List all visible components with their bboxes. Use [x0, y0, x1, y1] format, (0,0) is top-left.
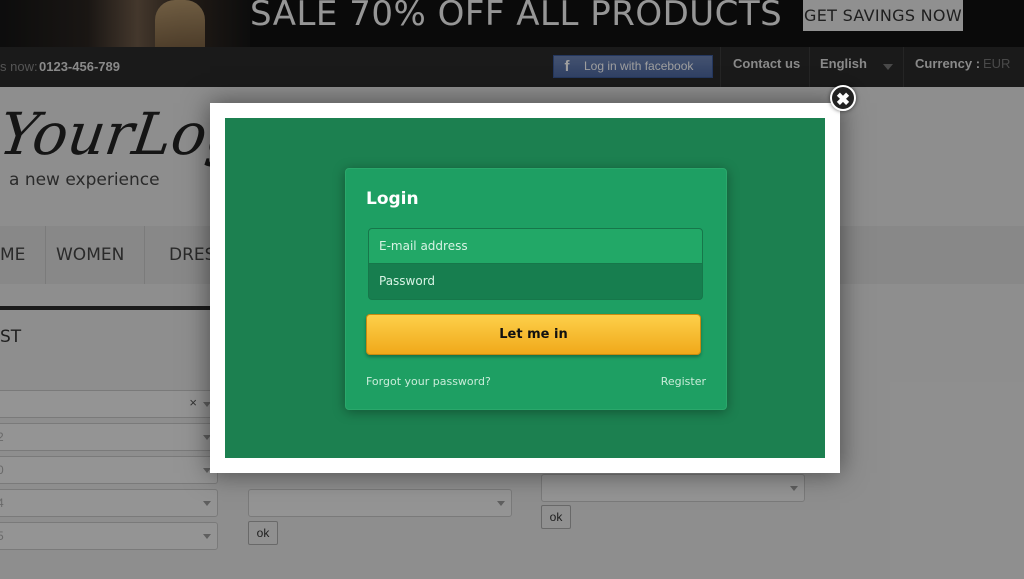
login-form: Login E-mail address Password Let me in …: [345, 168, 727, 410]
login-modal: Login E-mail address Password Let me in …: [210, 103, 840, 473]
let-me-in-button[interactable]: Let me in: [366, 314, 701, 355]
register-link[interactable]: Register: [661, 375, 706, 388]
close-icon[interactable]: ✖: [830, 85, 856, 111]
password-field[interactable]: Password: [368, 264, 703, 300]
login-modal-content: Login E-mail address Password Let me in …: [225, 118, 825, 458]
forgot-password-link[interactable]: Forgot your password?: [366, 375, 491, 388]
email-field[interactable]: E-mail address: [368, 228, 703, 264]
login-title: Login: [366, 189, 419, 209]
